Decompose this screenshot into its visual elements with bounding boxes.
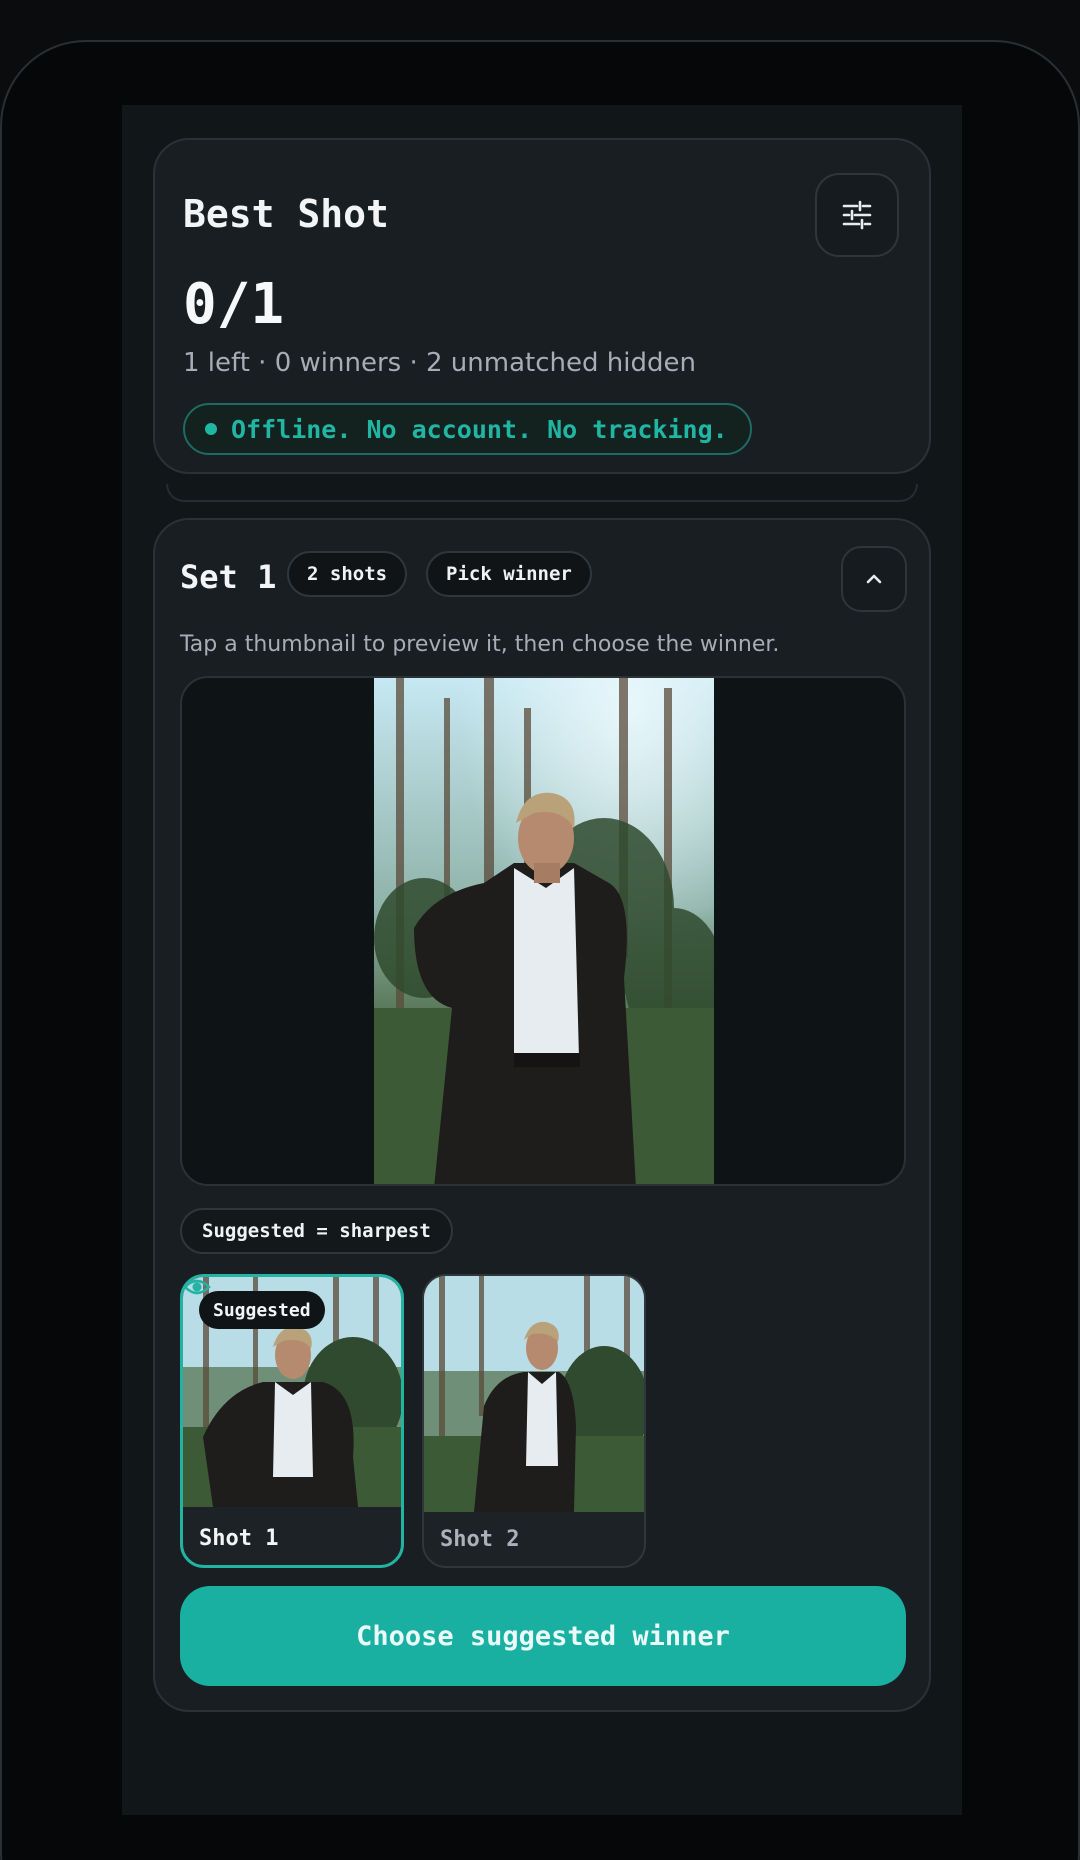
set-title: Set 1 bbox=[180, 558, 277, 596]
offline-status-badge: Offline. No account. No tracking. bbox=[183, 403, 752, 455]
thumbnail-shot-1[interactable]: Suggested Shot 1 bbox=[180, 1274, 404, 1568]
preview-panel bbox=[180, 676, 906, 1186]
sliders-icon bbox=[842, 200, 872, 230]
thumbnail-label: Shot 2 bbox=[440, 1527, 520, 1552]
status-chip: Pick winner bbox=[426, 551, 592, 597]
suggestion-rule-chip: Suggested = sharpest bbox=[180, 1208, 453, 1254]
app-title: Best Shot bbox=[183, 192, 389, 236]
set-instruction: Tap a thumbnail to preview it, then choo… bbox=[180, 632, 780, 657]
thumbnail-label: Shot 1 bbox=[199, 1526, 279, 1551]
collapse-button[interactable] bbox=[841, 546, 907, 612]
progress-detail: 1 left · 0 winners · 2 unmatched hidden bbox=[183, 348, 696, 378]
stacked-card-edge bbox=[166, 484, 918, 502]
status-dot-icon bbox=[205, 423, 217, 435]
settings-button[interactable] bbox=[815, 173, 899, 257]
suggested-badge: Suggested bbox=[199, 1291, 325, 1329]
set-card: Set 1 2 shots Pick winner Tap a thumbnai… bbox=[153, 518, 931, 1712]
chevron-up-icon bbox=[866, 574, 882, 584]
eye-icon bbox=[183, 1279, 211, 1295]
preview-photo bbox=[374, 678, 714, 1184]
progress-count: 0/1 bbox=[183, 272, 285, 337]
offline-status-text: Offline. No account. No tracking. bbox=[231, 414, 728, 444]
thumbnail-photo bbox=[424, 1276, 644, 1512]
summary-card: Best Shot 0/1 1 left · 0 winners · 2 unm… bbox=[153, 138, 931, 474]
choose-winner-button[interactable]: Choose suggested winner bbox=[180, 1586, 906, 1686]
thumbnail-shot-2[interactable]: Shot 2 bbox=[422, 1274, 646, 1568]
shots-count-chip: 2 shots bbox=[287, 551, 408, 597]
